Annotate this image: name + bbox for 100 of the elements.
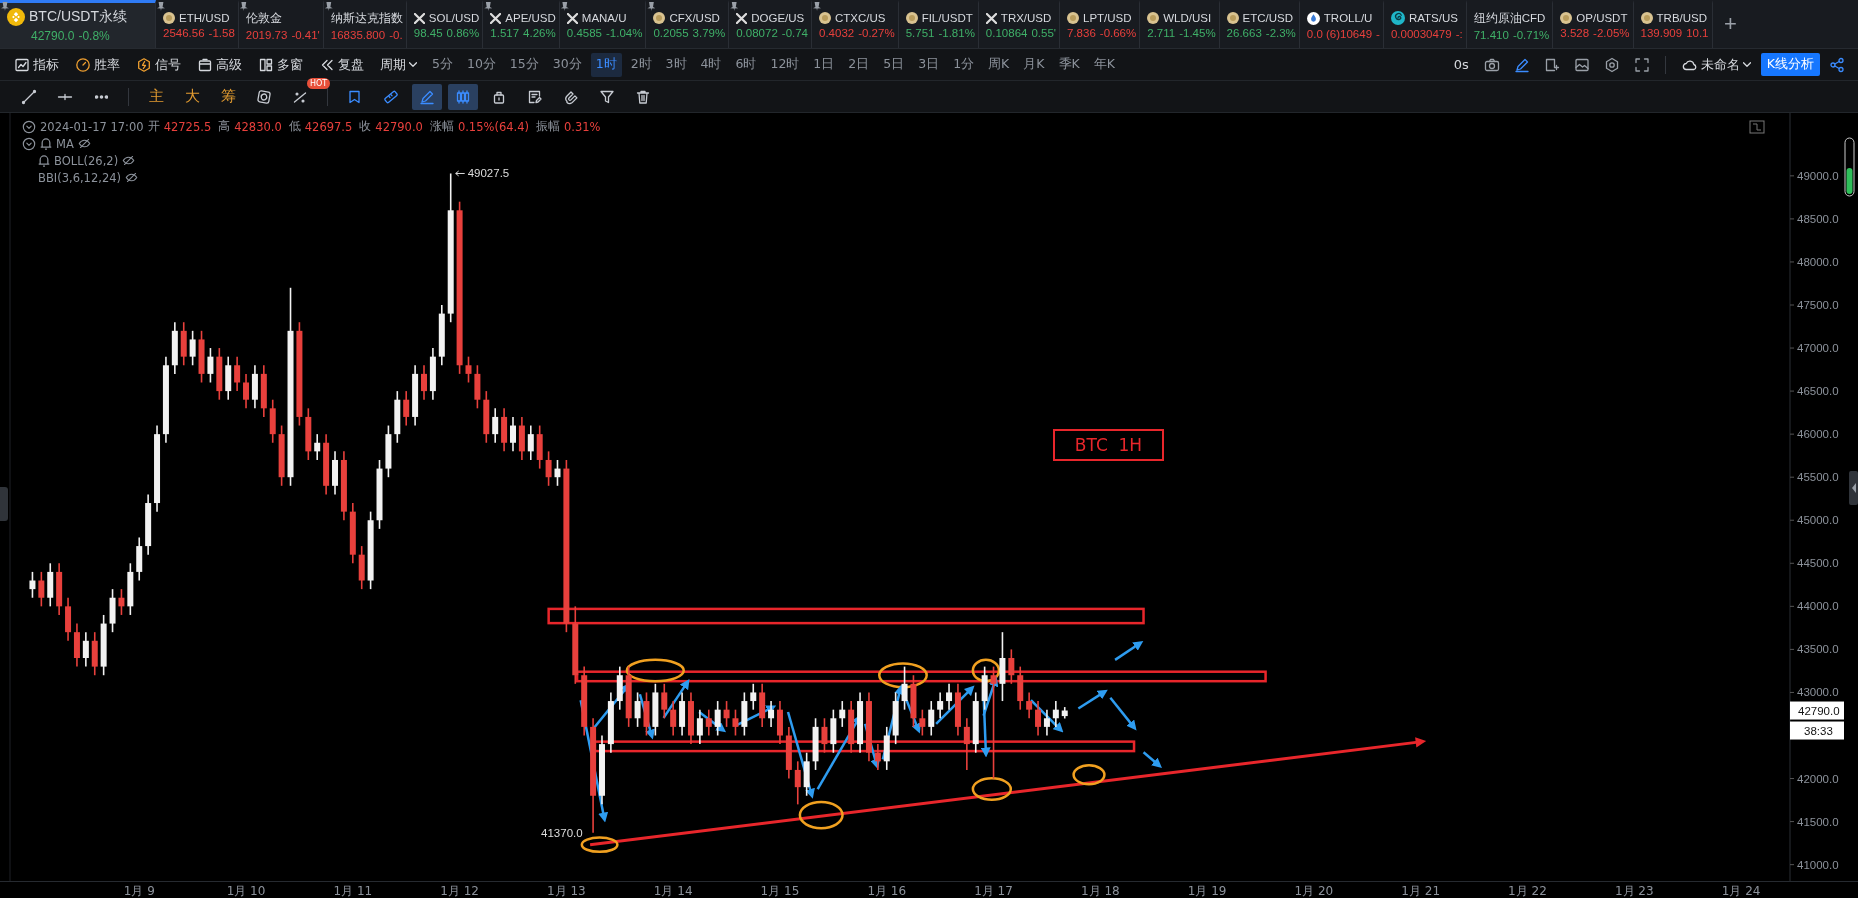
ticker-change: 3.79% [692, 27, 726, 39]
ticker-change: 4.26% [523, 27, 556, 39]
ticker-change: -1.81% [938, 27, 975, 39]
axis-label: 1月 17 [974, 883, 1013, 898]
price-tag: 42790.0 [1790, 701, 1844, 720]
tool-tab[interactable]: 主 [141, 83, 171, 110]
ticker-tab[interactable]: ETH/USD 2546.56 -1.58 [156, 0, 239, 48]
ticker-price: 5.751 [905, 27, 935, 39]
axis-label: 47500.0 [1797, 299, 1839, 311]
ticker-tab[interactable]: ETC/USD 26.663 -2.3% [1219, 0, 1300, 48]
ticker-change: - [1376, 27, 1380, 40]
ticker-tab[interactable]: TRB/USD 139.909 10.1 [1633, 0, 1713, 48]
ticker-tab[interactable]: APE/USD 1.517 4.26% [483, 0, 560, 48]
ticker-tab[interactable]: BTC/USDT永续 42790.0 -0.8% [0, 0, 156, 48]
ticker-price: 7.836 [1067, 27, 1096, 39]
period-dropdown[interactable]: 周期 [374, 52, 423, 77]
ticker-tab[interactable]: 纽约原油CFD 71.410 -0.71% [1466, 0, 1554, 48]
ticker-tab[interactable]: 伦敦金 2019.73 -0.41' [238, 0, 324, 48]
period-tab[interactable]: 5分 [427, 52, 458, 77]
ticker-name: ETH/USD [179, 12, 230, 24]
ticker-change: -1.45% [1179, 27, 1216, 39]
ticker-name: CTXC/US [835, 12, 886, 24]
tool-tab[interactable]: 大 [177, 83, 207, 110]
period-tab[interactable]: 月K [1018, 52, 1050, 77]
period-tab[interactable]: 年K [1088, 52, 1120, 77]
toolbar-button[interactable]: 胜率 [69, 52, 126, 77]
ticker-change: -0.66% [1099, 27, 1137, 39]
period-tab[interactable]: 3日 [913, 52, 945, 77]
ticker-change: 0.86% [446, 27, 480, 39]
ticker-tab[interactable]: MANA/U 0.4585 -1.04% [559, 0, 647, 48]
ticker-change: -1.58 [208, 27, 235, 39]
ticker-change: -0.71% [1512, 28, 1550, 41]
ticker-change: -1.04% [606, 27, 643, 39]
ticker-name: WLD/USI [1163, 12, 1212, 24]
period-tab[interactable]: 15分 [504, 52, 544, 77]
period-tab[interactable]: 2日 [843, 52, 875, 77]
price-annotation: 41370.0 [541, 826, 583, 839]
period-tab[interactable]: 周K [983, 52, 1015, 77]
layout-dropdown[interactable]: 未命名 [1675, 52, 1757, 77]
ticker-tab[interactable]: LPT/USD 7.836 -0.66% [1060, 0, 1141, 48]
axis-label: 1月 21 [1401, 883, 1441, 898]
toolbar-button[interactable]: 复盘 [313, 52, 370, 77]
axis-label: 1月 12 [440, 883, 479, 898]
period-tab[interactable]: 12时 [765, 52, 805, 77]
ticker-tab[interactable]: CTXC/US 0.4032 -0.27% [812, 0, 899, 48]
tool-tab[interactable]: 筹 [213, 83, 243, 110]
hot-badge: HOT [307, 77, 331, 89]
ticker-price: 0.08072 [736, 27, 778, 39]
period-tab[interactable]: 3时 [660, 52, 692, 77]
ohlc-value: 42790.0 [375, 119, 423, 134]
ticker-tab[interactable]: OP/USDT 3.528 -2.05% [1553, 0, 1634, 48]
period-tab[interactable]: 1日 [808, 52, 840, 77]
add-button[interactable]: + [1712, 0, 1749, 48]
period-tab[interactable]: 5日 [878, 52, 910, 77]
ticker-tab[interactable]: CFX/USD 0.2055 3.79% [646, 0, 730, 48]
period-tab[interactable]: 2时 [625, 52, 657, 77]
ticker-change: -2.05% [1593, 27, 1630, 39]
ticker-name: MANA/U [581, 12, 627, 24]
toolbar-button[interactable]: 指标 [8, 52, 65, 77]
axis-label: 43000.0 [1797, 686, 1839, 699]
ticker-tab[interactable]: DOGE/US 0.08072 -0.74 [729, 0, 812, 48]
period-tab[interactable]: 30分 [547, 52, 587, 77]
toolbar-button[interactable]: 信号 [130, 52, 187, 77]
axis-label: 48000.0 [1797, 255, 1839, 268]
axis-label: 43500.0 [1797, 643, 1839, 656]
ticker-change: -: [1455, 28, 1463, 40]
ticker-name: ETC/USD [1242, 12, 1294, 24]
ohlc-label: 低 [288, 119, 301, 134]
ticker-tab[interactable]: WLD/USI 2.711 -1.45% [1140, 0, 1220, 48]
toolbar-button[interactable]: 高级 [191, 52, 248, 77]
period-tab[interactable]: 季K [1053, 52, 1085, 77]
period-tab[interactable]: 6时 [730, 52, 762, 77]
ticker-tab[interactable]: 纳斯达克指数 16835.800 -0. [323, 0, 407, 48]
axis-label: 44500.0 [1797, 557, 1839, 570]
period-tab[interactable]: 1时 [590, 52, 622, 77]
ticker-price: 1.517 [490, 27, 520, 39]
axis-label: 1月 23 [1614, 883, 1654, 898]
ticker-tab[interactable]: FIL/USDT 5.751 -1.81% [898, 0, 979, 48]
axis-label: 46000.0 [1797, 428, 1839, 441]
period-tab[interactable]: 4时 [695, 52, 727, 77]
period-tab[interactable]: 1分 [948, 52, 980, 77]
ticker-price: 71.410 [1473, 28, 1509, 41]
chart-note: BTC 1H [1053, 429, 1164, 461]
ticker-price: 2546.56 [163, 27, 205, 39]
toolbar-button[interactable]: 多窗 [252, 52, 309, 77]
analysis-button[interactable]: K线分析 [1760, 53, 1820, 76]
period-tab[interactable]: 10分 [461, 52, 501, 77]
ticker-tab[interactable]: SOL/USD 98.45 0.86% [406, 0, 484, 48]
ticker-price: 26.663 [1226, 27, 1262, 39]
ticker-price: 0.0 (6)10649 [1306, 27, 1373, 40]
ticker-tab[interactable]: TROLL/U 0.0 (6)10649 - [1299, 0, 1384, 48]
axis-label: 1月 22 [1508, 883, 1547, 898]
indicator-name: BOLL(26,2) [54, 153, 119, 168]
timer-text: 0s [1452, 56, 1470, 74]
ticker-tab[interactable]: RATS/US 0.00030479 -: [1383, 0, 1467, 48]
ohlc-label: 高 [218, 119, 231, 134]
ticker-tab[interactable]: TRX/USD 0.10864 0.55' [978, 0, 1060, 48]
ticker-name: CFX/USD [669, 12, 720, 24]
ticker-price: 0.4585 [566, 27, 602, 39]
ohlc-label: 振幅 [536, 119, 560, 134]
